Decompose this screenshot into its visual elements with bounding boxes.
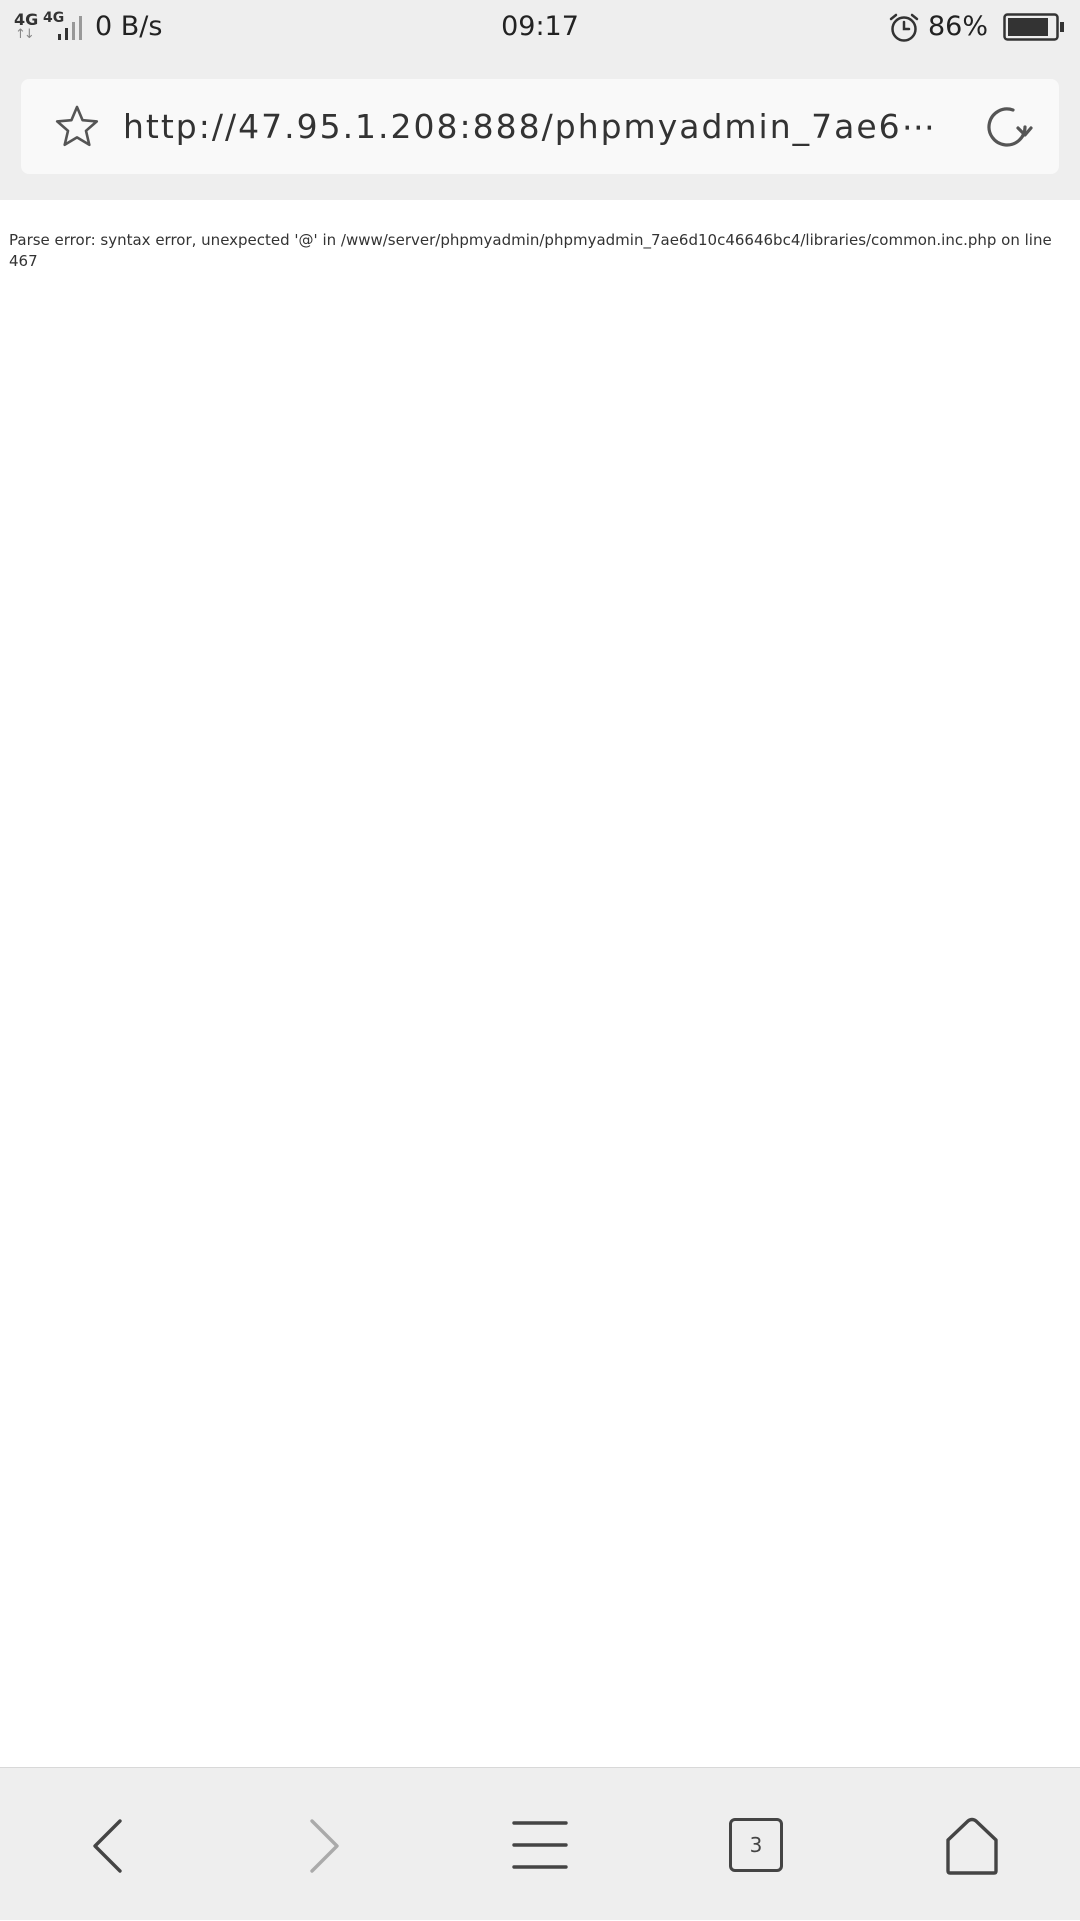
browser-toolbar: http://47.95.1.208:888/phpmyadmin_7ae6⋯	[0, 55, 1080, 200]
battery-icon	[1003, 13, 1064, 41]
menu-button[interactable]	[432, 1768, 648, 1921]
forward-icon	[310, 1819, 339, 1873]
status-bar: 4G ↑↓ 4G 0 B/s 09:17 86%	[0, 0, 1080, 55]
bottom-navigation: 3	[0, 1767, 1080, 1920]
signal-icon	[58, 16, 82, 40]
star-icon[interactable]	[54, 104, 100, 150]
url-text[interactable]: http://47.95.1.208:888/phpmyadmin_7ae6⋯	[123, 79, 963, 174]
forward-button[interactable]	[216, 1768, 432, 1921]
tab-count: 3	[749, 1833, 763, 1857]
alarm-icon	[889, 13, 919, 42]
reload-icon[interactable]	[981, 101, 1033, 153]
battery-percent: 86%	[928, 11, 989, 42]
menu-icon	[512, 1821, 568, 1869]
back-button[interactable]	[0, 1768, 216, 1921]
php-error-message: Parse error: syntax error, unexpected '@…	[9, 231, 1052, 270]
back-icon	[93, 1819, 122, 1873]
tabs-button[interactable]: 3	[729, 1818, 783, 1872]
sim1-network-label: 4G	[14, 10, 39, 29]
clock-time: 09:17	[501, 11, 579, 42]
web-content: Parse error: syntax error, unexpected '@…	[0, 200, 1080, 1767]
home-icon	[946, 1817, 998, 1875]
data-activity-icon: ↑↓	[15, 27, 35, 42]
home-button[interactable]	[864, 1768, 1080, 1921]
address-bar[interactable]: http://47.95.1.208:888/phpmyadmin_7ae6⋯	[21, 79, 1059, 174]
network-speed: 0 B/s	[95, 11, 163, 42]
signal-indicator: 4G ↑↓ 4G	[14, 10, 84, 44]
